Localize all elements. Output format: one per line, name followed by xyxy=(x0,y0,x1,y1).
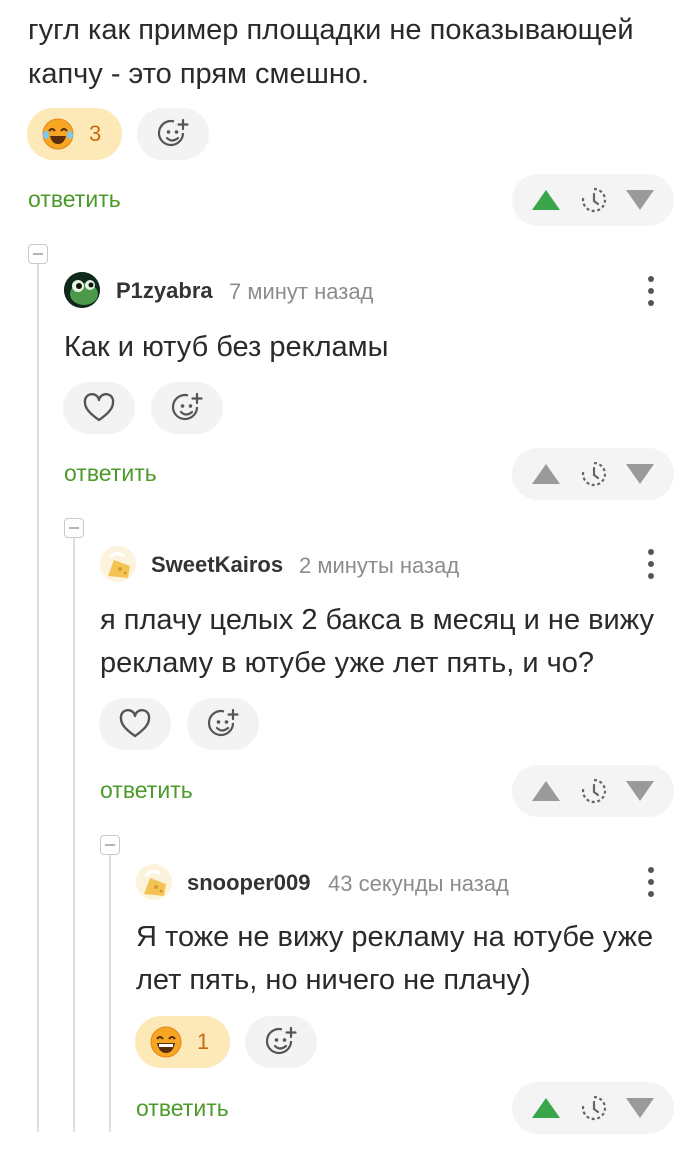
vote-panel xyxy=(512,448,674,500)
avatar[interactable] xyxy=(100,546,136,582)
add-reaction-button[interactable] xyxy=(187,698,259,750)
reaction-count: 1 xyxy=(197,1029,210,1054)
vote-down-button[interactable] xyxy=(620,765,660,817)
comment-text-line: я плачу целых 2 бакса в месяц и не вижу xyxy=(100,604,654,636)
vote-down-button[interactable] xyxy=(620,174,660,226)
reaction-laugh-button[interactable]: 1 xyxy=(135,1016,230,1068)
reaction-laugh-button[interactable]: 3 xyxy=(27,108,122,160)
add-reaction-button[interactable] xyxy=(245,1016,317,1068)
vote-pending-icon xyxy=(581,187,607,213)
vote-up-button[interactable] xyxy=(526,448,566,500)
vote-down-button[interactable] xyxy=(620,1082,660,1134)
vote-down-icon xyxy=(626,190,654,210)
author-name[interactable]: P1zyabra xyxy=(116,278,213,304)
vote-panel xyxy=(512,765,674,817)
vote-panel xyxy=(512,1082,674,1134)
thread-line[interactable] xyxy=(73,536,75,1132)
add-reaction-icon xyxy=(207,708,239,737)
comment-text-line: Я тоже не вижу рекламу на ютубе уже xyxy=(136,921,654,953)
vote-pending-button[interactable] xyxy=(574,1082,614,1134)
vote-pending-button[interactable] xyxy=(574,448,614,500)
vote-up-icon xyxy=(532,1098,560,1118)
vote-pending-icon xyxy=(581,778,607,804)
comment-text-line: Как и ютуб без рекламы xyxy=(64,331,389,363)
grinning-face-icon xyxy=(150,1026,182,1058)
laughing-face-icon xyxy=(42,118,74,150)
comment-time: 43 секунды назад xyxy=(328,871,509,896)
vote-up-button[interactable] xyxy=(526,765,566,817)
like-button[interactable] xyxy=(63,382,135,434)
like-button[interactable] xyxy=(99,698,171,750)
comment-text-line: лет пять, но ничего не плачу) xyxy=(136,964,531,996)
comment-text-line: рекламу в ютубе уже лет пять, и чо? xyxy=(100,647,594,679)
add-reaction-button[interactable] xyxy=(137,108,209,160)
vote-pending-icon xyxy=(581,1095,607,1121)
author-name[interactable]: snooper009 xyxy=(187,870,311,896)
vote-up-icon xyxy=(532,781,560,801)
vote-up-button[interactable] xyxy=(526,174,566,226)
vote-up-icon xyxy=(532,464,560,484)
heart-icon xyxy=(119,709,151,738)
comment-time: 2 минуты назад xyxy=(299,553,460,578)
reply-link[interactable]: ответить xyxy=(28,186,121,213)
heart-icon xyxy=(83,393,115,422)
vote-down-icon xyxy=(626,781,654,801)
vote-up-button[interactable] xyxy=(526,1082,566,1134)
more-icon[interactable] xyxy=(645,867,657,897)
vote-pending-button[interactable] xyxy=(574,765,614,817)
vote-down-icon xyxy=(626,1098,654,1118)
reply-link[interactable]: ответить xyxy=(136,1095,229,1122)
add-reaction-icon xyxy=(157,118,189,147)
add-reaction-icon xyxy=(265,1026,297,1055)
vote-pending-icon xyxy=(581,461,607,487)
more-icon[interactable] xyxy=(645,549,657,579)
collapse-icon[interactable] xyxy=(64,518,84,538)
vote-down-icon xyxy=(626,464,654,484)
thread-line[interactable] xyxy=(109,854,111,1132)
avatar[interactable] xyxy=(64,272,100,308)
comment-time: 7 минут назад xyxy=(229,279,374,304)
more-icon[interactable] xyxy=(645,276,657,306)
vote-pending-button[interactable] xyxy=(574,174,614,226)
comment-text-line: капчу - это прям смешно. xyxy=(28,58,370,90)
reaction-count: 3 xyxy=(89,121,102,146)
collapse-icon[interactable] xyxy=(28,244,48,264)
reply-link[interactable]: ответить xyxy=(100,777,193,804)
vote-down-button[interactable] xyxy=(620,448,660,500)
author-name[interactable]: SweetKairos xyxy=(151,552,283,578)
add-reaction-button[interactable] xyxy=(151,382,223,434)
thread-line[interactable] xyxy=(37,262,39,1132)
collapse-icon[interactable] xyxy=(100,835,120,855)
vote-up-icon xyxy=(532,190,560,210)
reply-link[interactable]: ответить xyxy=(64,460,157,487)
add-reaction-icon xyxy=(171,392,203,421)
vote-panel xyxy=(512,174,674,226)
avatar[interactable] xyxy=(136,864,172,900)
comment-text-line: гугл как пример площадки не показывающей xyxy=(28,14,634,46)
